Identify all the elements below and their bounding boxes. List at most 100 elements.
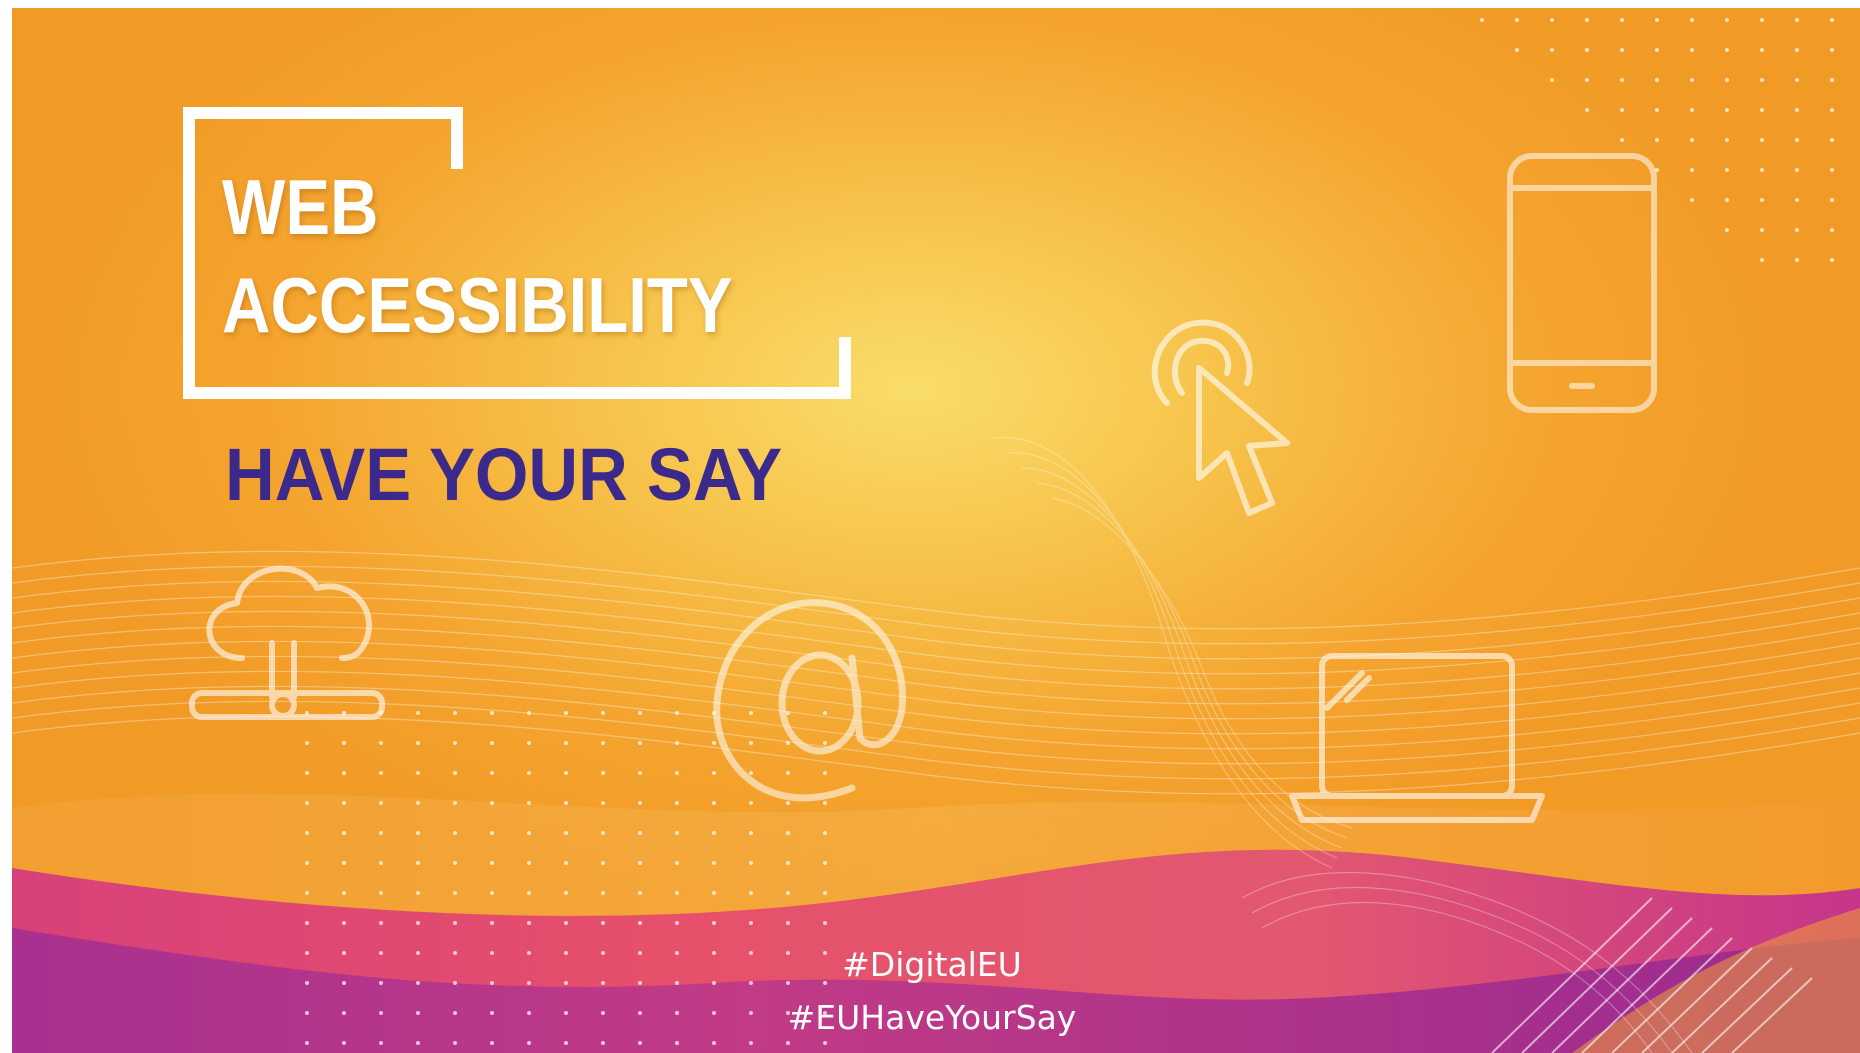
grid-dot <box>675 711 679 715</box>
grid-dot <box>527 921 531 925</box>
grid-dot <box>638 861 642 865</box>
grid-dot <box>749 981 753 985</box>
grid-dot <box>564 711 568 715</box>
grid-dot <box>490 891 494 895</box>
grid-dot <box>786 921 790 925</box>
grid-dot <box>305 771 309 775</box>
grid-dot <box>638 891 642 895</box>
grid-dot <box>453 831 457 835</box>
grid-dot <box>490 861 494 865</box>
grid-dot <box>527 951 531 955</box>
grid-dot <box>712 891 716 895</box>
grid-dot <box>712 861 716 865</box>
grid-dot <box>379 951 383 955</box>
grid-dot <box>305 921 309 925</box>
web-accessibility-banner: WEB ACCESSIBILITY HAVE YOUR SAY #Digital… <box>12 8 1860 1053</box>
grid-dot <box>342 1041 346 1045</box>
grid-dot <box>342 771 346 775</box>
grid-dot <box>416 741 420 745</box>
grid-dot <box>786 861 790 865</box>
grid-dot <box>453 771 457 775</box>
grid-dot <box>342 861 346 865</box>
grid-dot <box>638 801 642 805</box>
grid-dot <box>712 1041 716 1045</box>
grid-dot <box>675 921 679 925</box>
grid-dot <box>823 861 827 865</box>
grid-dot <box>564 951 568 955</box>
grid-dot <box>786 891 790 895</box>
grid-dot <box>564 801 568 805</box>
grid-dot <box>601 711 605 715</box>
grid-dot <box>490 981 494 985</box>
grid-dot <box>786 1041 790 1045</box>
grid-dot <box>564 1041 568 1045</box>
grid-dot <box>305 981 309 985</box>
grid-dot <box>601 981 605 985</box>
grid-dot <box>564 981 568 985</box>
grid-dot <box>823 891 827 895</box>
hashtag-digitaleu: #DigitalEU <box>842 945 1022 984</box>
grid-dot <box>564 921 568 925</box>
grid-dot <box>527 861 531 865</box>
grid-dot <box>342 801 346 805</box>
grid-dot <box>638 831 642 835</box>
grid-dot <box>416 921 420 925</box>
title-accessibility: ACCESSIBILITY <box>222 261 733 349</box>
grid-dot <box>564 1011 568 1015</box>
grid-dot <box>638 981 642 985</box>
grid-dot <box>342 831 346 835</box>
grid-dot <box>601 741 605 745</box>
grid-dot <box>379 861 383 865</box>
grid-dot <box>453 801 457 805</box>
grid-dot <box>453 891 457 895</box>
title-frame <box>183 107 851 399</box>
title-web: WEB <box>222 163 379 251</box>
grid-dot <box>416 1011 420 1015</box>
grid-dot <box>527 1011 531 1015</box>
grid-dot <box>379 981 383 985</box>
grid-dot <box>416 981 420 985</box>
grid-dot <box>416 891 420 895</box>
grid-dot <box>638 771 642 775</box>
grid-dot <box>823 1041 827 1045</box>
grid-dot <box>638 1041 642 1045</box>
grid-dot <box>416 1041 420 1045</box>
grid-dot <box>490 801 494 805</box>
grid-dot <box>305 741 309 745</box>
grid-dot <box>490 1011 494 1015</box>
grid-dot <box>749 891 753 895</box>
hashtag-euhaveyoursay: #EUHaveYourSay <box>787 998 1077 1037</box>
grid-dot <box>379 801 383 805</box>
grid-dot <box>527 771 531 775</box>
grid-dot <box>823 831 827 835</box>
grid-dot <box>712 1011 716 1015</box>
grid-dot <box>712 981 716 985</box>
grid-dot <box>527 831 531 835</box>
grid-dot <box>305 801 309 805</box>
grid-dot <box>453 741 457 745</box>
grid-dot <box>786 831 790 835</box>
grid-dot <box>490 921 494 925</box>
grid-dot <box>453 981 457 985</box>
grid-dot <box>675 741 679 745</box>
grid-dot <box>675 981 679 985</box>
grid-dot <box>712 831 716 835</box>
grid-dot <box>342 921 346 925</box>
grid-dot <box>564 891 568 895</box>
grid-dot <box>712 921 716 925</box>
grid-dot <box>453 1041 457 1045</box>
grid-dot <box>416 711 420 715</box>
grid-dot <box>564 831 568 835</box>
grid-dot <box>342 981 346 985</box>
grid-dot <box>490 771 494 775</box>
grid-dot <box>749 831 753 835</box>
grid-dot <box>601 1011 605 1015</box>
grid-dot <box>379 771 383 775</box>
grid-dot <box>416 861 420 865</box>
grid-dot <box>490 741 494 745</box>
grid-dot <box>379 831 383 835</box>
grid-dot <box>527 711 531 715</box>
grid-dot <box>675 861 679 865</box>
cloud-server-icon <box>189 565 385 720</box>
grid-dot <box>564 861 568 865</box>
